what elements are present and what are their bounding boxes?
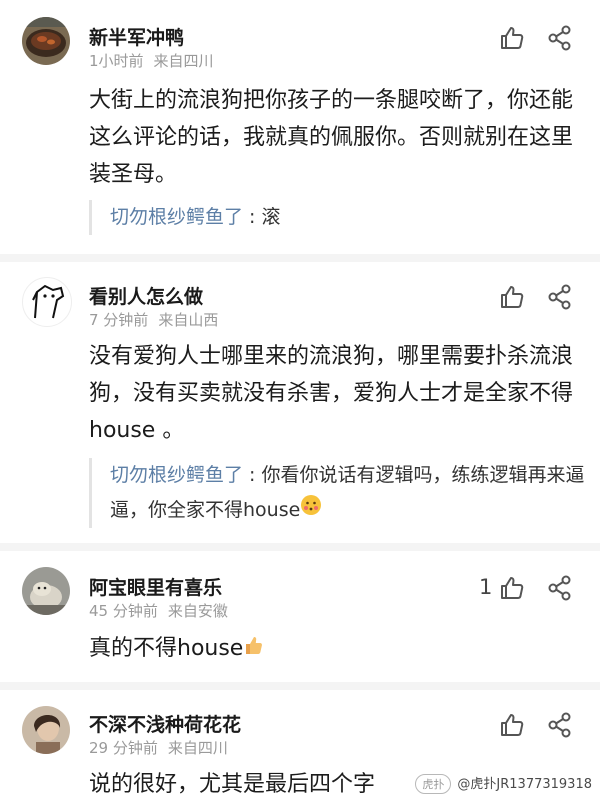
thumbs-up-icon <box>501 714 524 736</box>
username[interactable]: 新半军冲鸭 <box>89 23 184 50</box>
share-button[interactable] <box>546 24 574 52</box>
like-button[interactable] <box>498 283 526 311</box>
comment-text: 没有爱狗人士哪里来的流浪狗，哪里需要扑杀流浪狗，没有买卖就没有杀害，爱狗人士才是… <box>89 344 574 443</box>
share-button[interactable] <box>546 574 574 602</box>
share-icon <box>548 575 571 601</box>
watermark: 虎扑 @虎扑JR1377319318 <box>415 773 592 794</box>
timestamp: 29 分钟前 <box>89 739 158 757</box>
avatar-dog-drawing <box>32 284 65 319</box>
location: 来自四川 <box>153 52 214 70</box>
avatar-food-image <box>22 17 70 65</box>
avatar[interactable] <box>22 706 70 754</box>
avatar-person-photo <box>22 706 70 754</box>
share-icon <box>548 25 571 51</box>
location: 来自四川 <box>167 739 228 757</box>
comment-text-content: 真的不得house <box>89 636 244 661</box>
share-button[interactable] <box>546 711 574 739</box>
share-icon <box>548 712 571 738</box>
location: 来自安徽 <box>167 602 228 620</box>
reply-text: : 滚 <box>243 206 281 228</box>
watermark-text: @虎扑JR1377319318 <box>457 776 592 792</box>
share-icon <box>548 284 571 310</box>
reply-username[interactable]: 切勿根纱鳄鱼了 <box>110 464 243 486</box>
comment-meta: 45 分钟前 来自安徽 <box>89 600 238 621</box>
divider <box>0 682 600 690</box>
comment-text: 大街上的流浪狗把你孩子的一条腿咬断了，你还能这么评论的话，我就真的佩服你。否则就… <box>89 88 574 187</box>
comment-meta: 29 分钟前 来自四川 <box>89 737 238 758</box>
timestamp: 7 分钟前 <box>89 311 149 329</box>
timestamp: 45 分钟前 <box>89 602 158 620</box>
divider <box>0 543 600 551</box>
avatar[interactable] <box>22 277 72 327</box>
avatar-dog-photo <box>22 567 70 615</box>
share-button[interactable] <box>546 283 574 311</box>
username[interactable]: 阿宝眼里有喜乐 <box>89 573 222 600</box>
comment-meta: 7 分钟前 来自山西 <box>89 309 228 330</box>
like-count: 1 <box>479 575 493 599</box>
like-button[interactable] <box>498 24 526 52</box>
reply-preview[interactable]: 切勿根纱鳄鱼了 : 你看你说话有逻辑吗，练练逻辑再来逼逼，你全家不得house <box>89 458 590 528</box>
thumbs-up-emoji-icon <box>243 631 263 668</box>
username[interactable]: 看别人怎么做 <box>89 282 203 309</box>
thumbs-up-icon <box>501 577 524 599</box>
reply-username[interactable]: 切勿根纱鳄鱼了 <box>110 206 243 228</box>
thumbs-up-icon <box>501 27 524 49</box>
avatar[interactable] <box>22 17 70 65</box>
divider <box>0 254 600 262</box>
comment-text: 真的不得house <box>89 630 589 668</box>
watermark-logo: 虎扑 <box>415 774 452 794</box>
timestamp: 1小时前 <box>89 52 144 70</box>
blushing-face-icon <box>300 493 322 528</box>
like-button[interactable] <box>498 711 526 739</box>
reply-preview[interactable]: 切勿根纱鳄鱼了 : 滚 <box>89 200 590 235</box>
location: 来自山西 <box>158 311 219 329</box>
like-button[interactable] <box>498 574 526 602</box>
avatar[interactable] <box>22 567 70 615</box>
thumbs-up-icon <box>501 286 524 308</box>
comment-meta: 1小时前 来自四川 <box>89 50 224 71</box>
username[interactable]: 不深不浅种荷花花 <box>89 710 241 737</box>
